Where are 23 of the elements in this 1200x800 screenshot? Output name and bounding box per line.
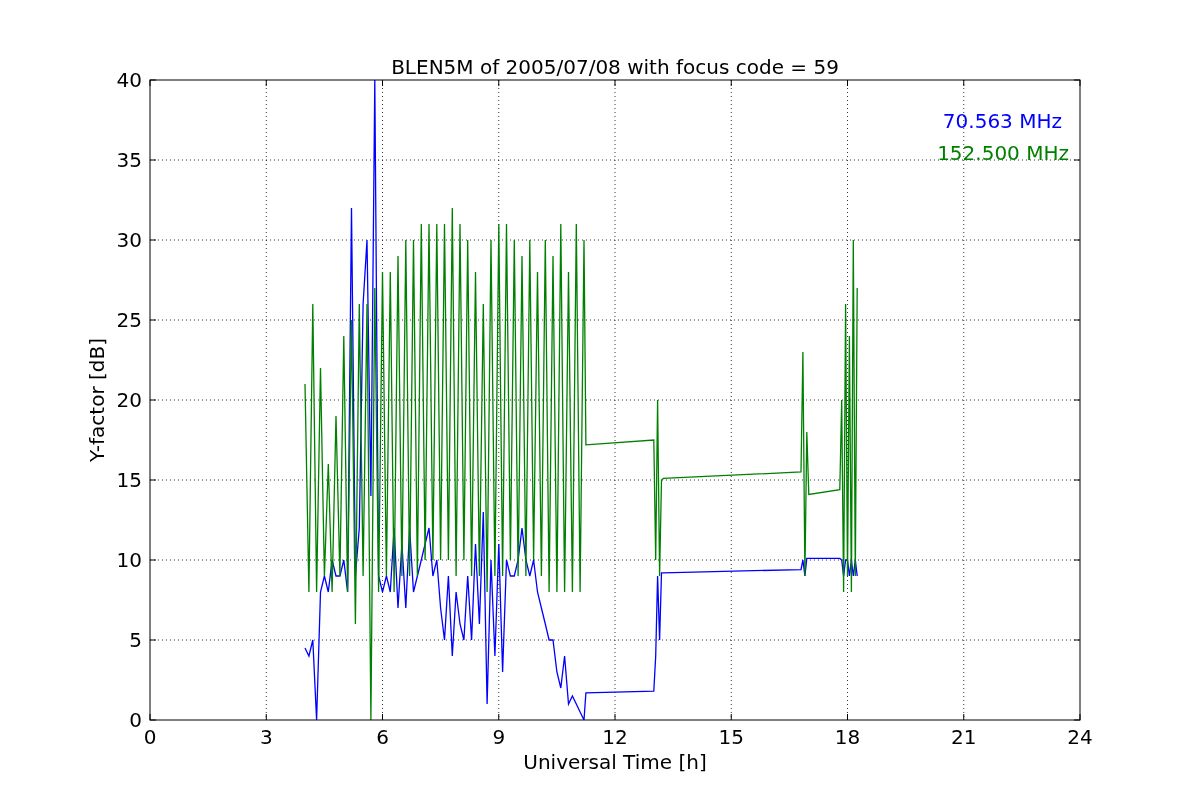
tick-label: 12: [602, 725, 628, 749]
tick-label: 30: [116, 228, 142, 252]
tick-label: 20: [116, 388, 142, 412]
legend-entry: 152.500 MHz: [937, 141, 1069, 165]
tick-label: 10: [116, 548, 142, 572]
tick-label: 9: [492, 725, 506, 749]
tick-label: 3: [259, 725, 273, 749]
tick-label: 40: [116, 68, 142, 92]
tick-label: 6: [376, 725, 389, 749]
tick-label: 0: [129, 708, 142, 732]
tick-label: 0: [143, 725, 157, 749]
tick-label: 18: [834, 725, 861, 749]
tick-label: 35: [116, 148, 142, 172]
tick-label: 25: [116, 308, 142, 332]
chart-title: BLEN5M of 2005/07/08 with focus code = 59: [391, 55, 839, 79]
tick-label: 21: [951, 725, 977, 749]
tick-label: 24: [1067, 725, 1093, 749]
tick-label: 15: [116, 468, 142, 492]
axis-label: Universal Time [h]: [523, 750, 707, 774]
tick-label: 5: [129, 628, 142, 652]
axis-label: Y-factor [dB]: [85, 338, 109, 462]
legend-entry: 70.563 MHz: [942, 109, 1062, 133]
tick-label: 15: [718, 725, 744, 749]
